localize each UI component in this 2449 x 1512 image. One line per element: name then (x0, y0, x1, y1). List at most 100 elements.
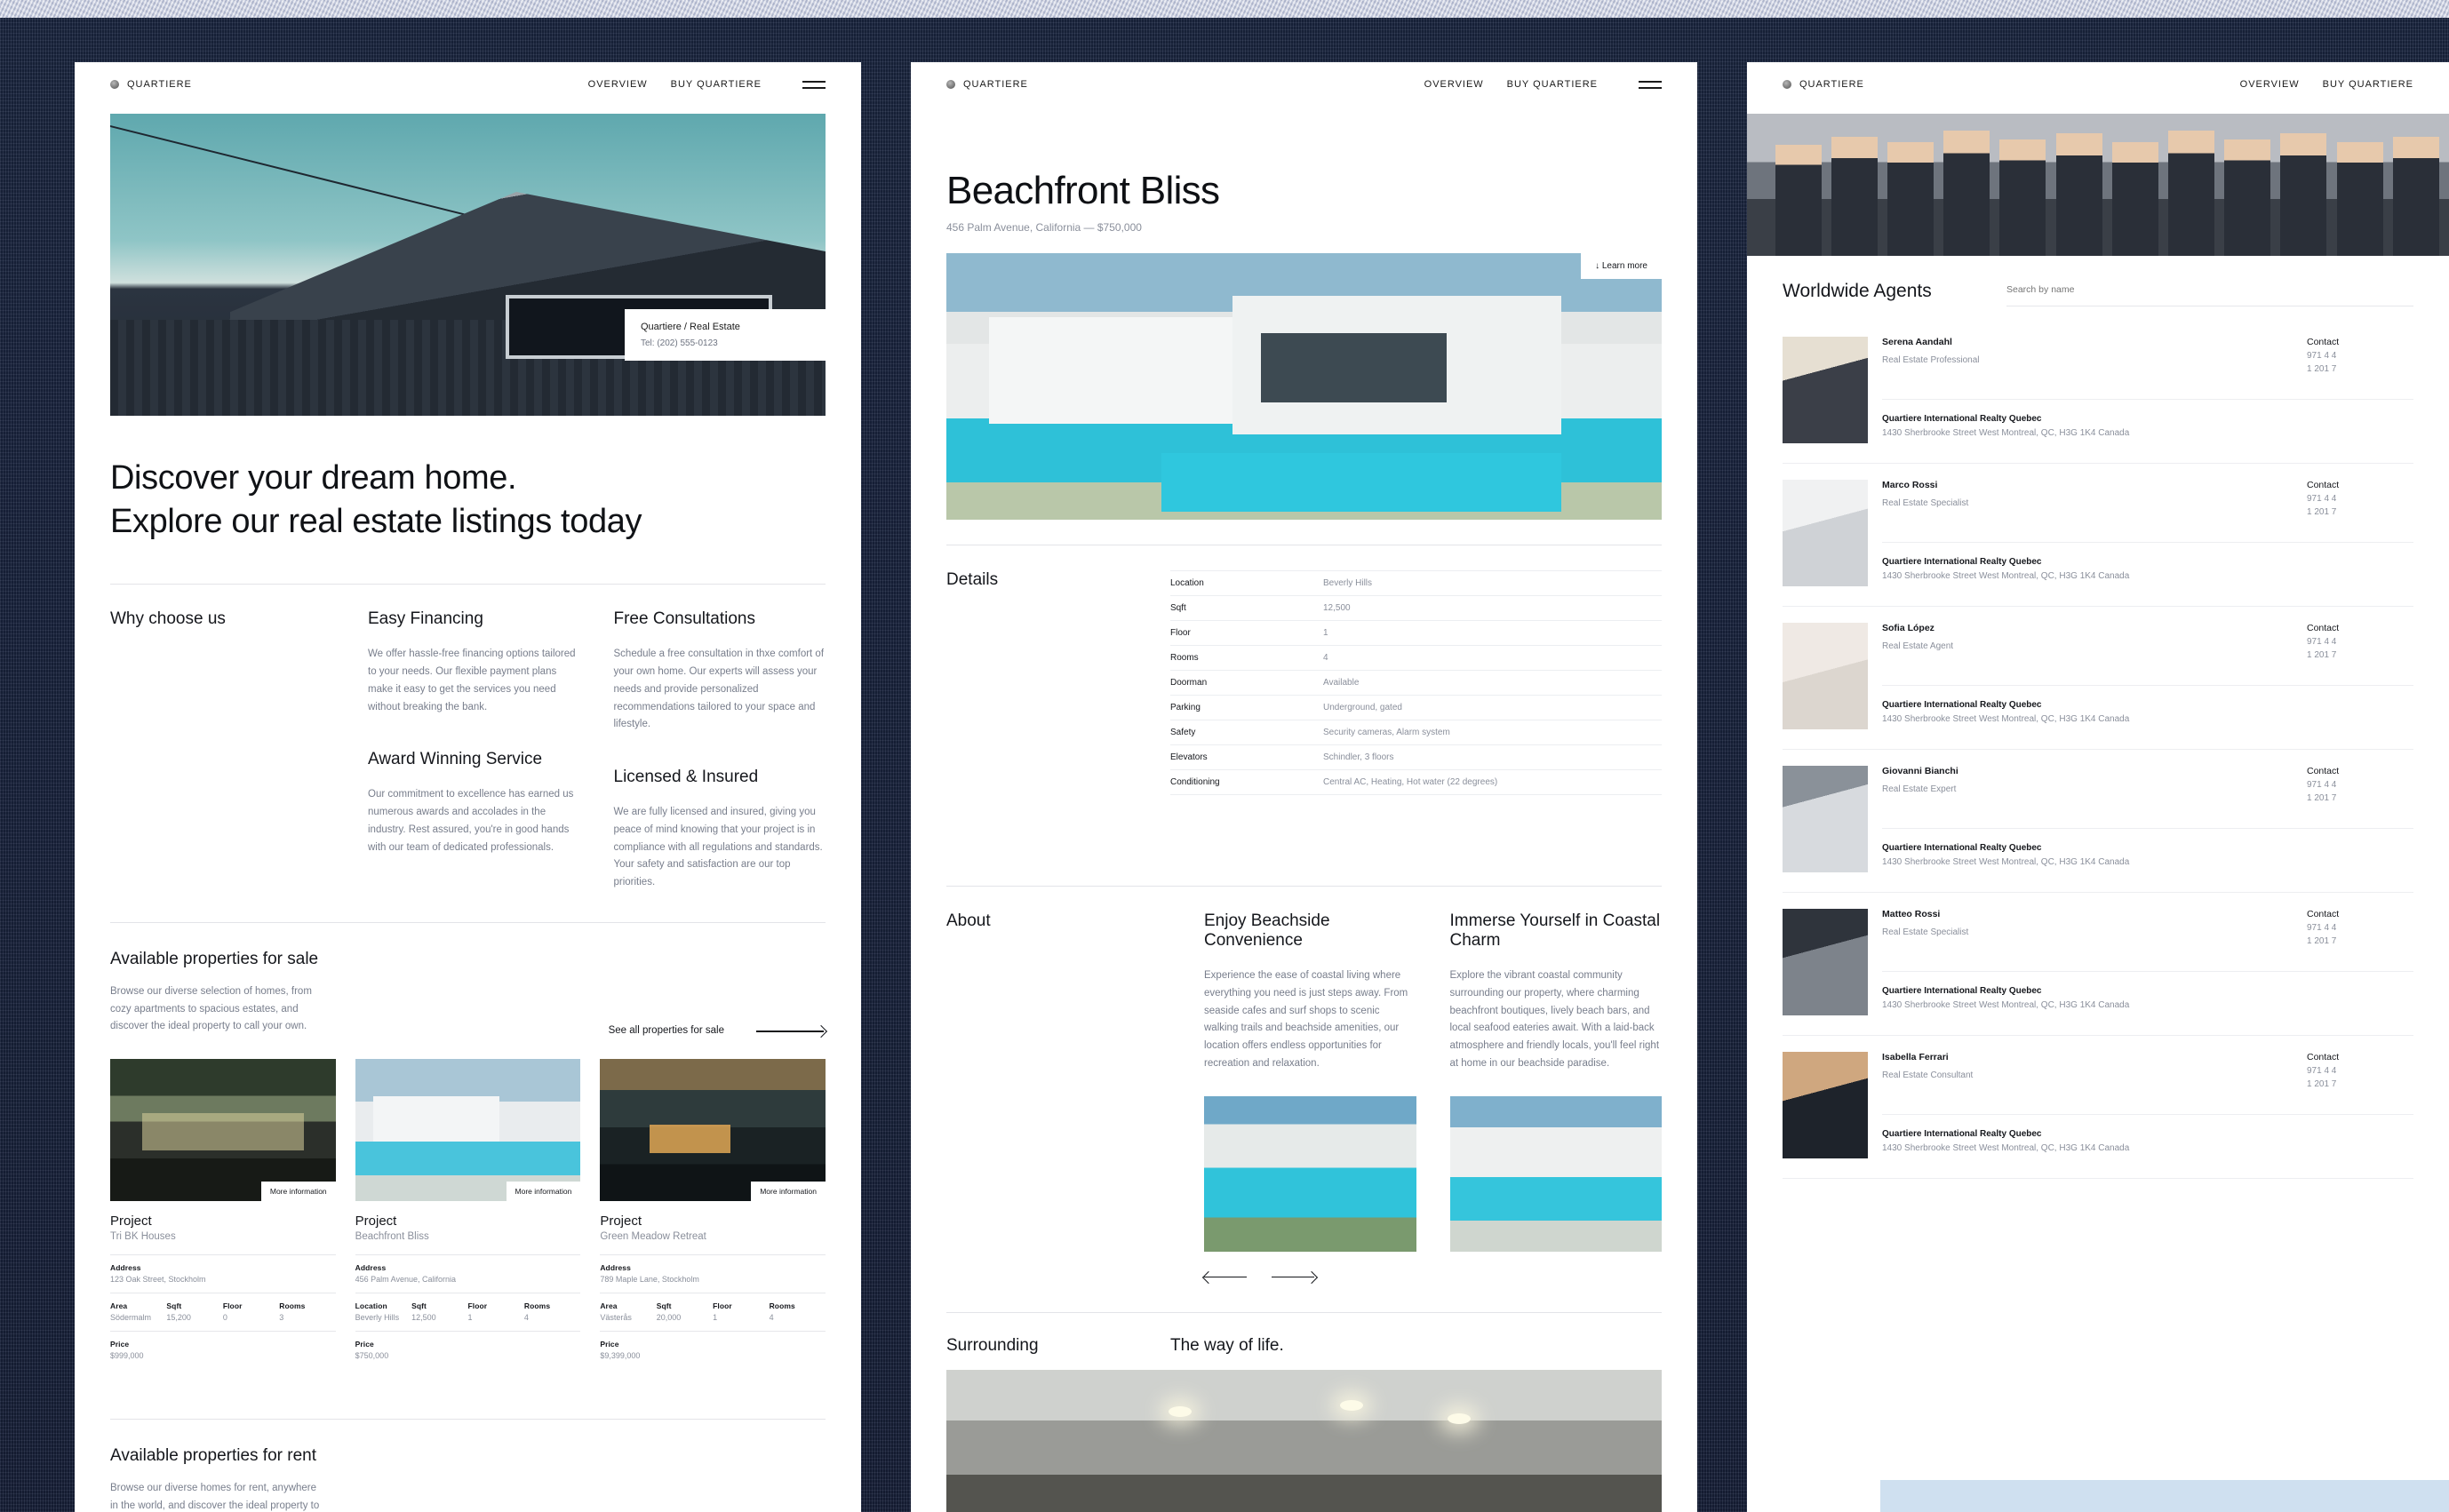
office-name: Quartiere International Realty Quebec (1882, 1129, 2042, 1139)
agent-list-item[interactable]: Isabella Ferrari Real Estate Consultant … (1783, 1036, 2413, 1179)
nav-item-overview[interactable]: OVERVIEW (1424, 79, 1484, 90)
rent-description: Browse our diverse homes for rent, anywh… (110, 1483, 320, 1511)
section-title-sale: Available properties for sale (110, 949, 319, 968)
contact-label[interactable]: Contact (2307, 337, 2413, 347)
price-label: Price (110, 1340, 130, 1349)
nav-item-buy-quartiere[interactable]: BUY QUARTIERE (671, 79, 762, 90)
more-information-button[interactable]: More information (751, 1182, 826, 1202)
agent-list-item[interactable]: Serena Aandahl Real Estate Professional … (1783, 321, 2413, 464)
brand-name: QUARTIERE (1799, 79, 1864, 90)
arrow-right-icon[interactable] (1272, 1271, 1316, 1282)
office-address: 1430 Sherbrooke Street West Montreal, QC… (1882, 857, 2130, 867)
page-title: Discover your dream home. Explore our re… (110, 457, 826, 543)
property-card-image: More information (600, 1059, 826, 1202)
office-name: Quartiere International Realty Quebec (1882, 557, 2042, 567)
nav-item-buy-quartiere[interactable]: BUY QUARTIERE (2323, 79, 2413, 90)
agent-list-item[interactable]: Sofia López Real Estate Agent Contact 97… (1783, 607, 2413, 750)
spec-val-2: 1 (467, 1313, 473, 1323)
see-all-sale-label[interactable]: See all properties for sale (609, 1025, 724, 1036)
contact-label[interactable]: Contact (2307, 480, 2413, 490)
property-card-project-label: Project (600, 1214, 642, 1229)
contact-label[interactable]: Contact (2307, 623, 2413, 633)
arrow-left-icon[interactable] (1204, 1271, 1248, 1282)
detail-key: Location (1170, 578, 1204, 588)
property-card-table: Address 789 Maple Lane, Stockholm Area Väs… (600, 1254, 826, 1369)
contact-label[interactable]: Contact (2307, 1052, 2413, 1062)
table-row: Doorman Available (1170, 671, 1662, 696)
surrounding-heading: The way of life. (1170, 1335, 1284, 1355)
address-label: Address (110, 1263, 141, 1273)
property-card[interactable]: More information Project Tri BK Houses A… (110, 1059, 336, 1369)
agent-list-item[interactable]: Giovanni Bianchi Real Estate Expert Cont… (1783, 750, 2413, 893)
see-all-rent-action[interactable]: See all properties for rent (334, 1480, 826, 1512)
about-image-2 (1449, 1095, 1662, 1252)
spec-key-3: Rooms (523, 1301, 551, 1311)
hamburger-menu-icon[interactable] (802, 80, 826, 89)
spec-val-2: 1 (713, 1313, 718, 1323)
table-row: Area Västerås Sqft 20,000 Floor 1 Rooms 4 (600, 1293, 826, 1333)
section-title-about: About (946, 911, 991, 930)
nav-item-overview[interactable]: OVERVIEW (2240, 79, 2300, 90)
office-address: 1430 Sherbrooke Street West Montreal, QC… (1882, 1143, 2130, 1153)
why-body-3: We are fully licensed and insured, givin… (613, 807, 823, 888)
office-name: Quartiere International Realty Quebec (1882, 843, 2042, 853)
detail-key: Safety (1170, 728, 1196, 737)
detail-key: Elevators (1170, 752, 1208, 762)
why-body-1: Schedule a free consultation in thxe com… (613, 649, 825, 730)
more-information-button[interactable]: More information (506, 1182, 581, 1202)
spec-key-1: Sqft (656, 1301, 672, 1311)
table-row: Parking Underground, gated (1170, 696, 1662, 720)
agent-list-item[interactable]: Matteo Rossi Real Estate Specialist Cont… (1783, 893, 2413, 1036)
section-title-details: Details (946, 570, 999, 589)
detail-key: Conditioning (1170, 777, 1220, 787)
nav-item-overview[interactable]: OVERVIEW (588, 79, 648, 90)
brand-logo-home[interactable]: QUARTIERE (110, 79, 192, 90)
table-row: Address 123 Oak Street, Stockholm (110, 1255, 336, 1294)
contact-label[interactable]: Contact (2307, 766, 2413, 776)
price-label: Price (600, 1340, 619, 1349)
see-all-sale-action[interactable]: See all properties for sale (334, 983, 826, 1036)
property-card-table: Address 456 Palm Avenue, California Locat… (355, 1254, 581, 1369)
nav-item-buy-quartiere[interactable]: BUY QUARTIERE (1507, 79, 1598, 90)
agent-role: Real Estate Specialist (1882, 498, 1969, 508)
detail-value: 12,500 (1323, 603, 1351, 613)
why-block-licensed-insured: Licensed & Insured We are fully licensed… (614, 768, 826, 892)
arrow-right-icon[interactable] (756, 1025, 826, 1036)
agent-phone-2: 1 201 7 (2307, 1079, 2337, 1089)
hero-contact-card: Quartiere / Real Estate Tel: (202) 555-0… (625, 309, 826, 361)
more-information-button[interactable]: More information (260, 1182, 336, 1202)
office-address: 1430 Sherbrooke Street West Montreal, QC… (1882, 428, 2130, 438)
brand-logo-property[interactable]: QUARTIERE (946, 79, 1028, 90)
page-title-agents: Worldwide Agents (1783, 281, 1932, 301)
spec-val-3: 4 (769, 1313, 774, 1323)
spec-val-1: 15,200 (166, 1313, 191, 1323)
agent-phone-1: 971 4 4 (2307, 637, 2337, 647)
price-value: $750,000 (355, 1351, 389, 1361)
avatar (1783, 1052, 1868, 1158)
section-title-surrounding: Surrounding (946, 1335, 1039, 1355)
about-body-1: Explore the vibrant coastal community su… (1449, 970, 1660, 1069)
detail-value: 1 (1323, 628, 1328, 638)
detail-value: 4 (1323, 653, 1328, 663)
search-field-wrapper[interactable] (2006, 281, 2413, 306)
agent-phone-2: 1 201 7 (2307, 793, 2337, 803)
brand-name: QUARTIERE (127, 79, 192, 90)
agent-role: Real Estate Consultant (1882, 1070, 1974, 1080)
table-row: Conditioning Central AC, Heating, Hot wat… (1170, 770, 1662, 795)
ceiling-light-icon (1447, 1413, 1471, 1424)
contact-label[interactable]: Contact (2307, 909, 2413, 919)
spec-key-3: Rooms (769, 1301, 795, 1311)
table-row: Area Södermalm Sqft 15,200 Floor 0 Rooms 3 (110, 1293, 336, 1333)
spec-val-3: 3 (279, 1313, 284, 1323)
property-card[interactable]: More information Project Green Meadow Re… (600, 1059, 826, 1369)
table-row: Address 789 Maple Lane, Stockholm (600, 1255, 826, 1294)
brand-logo-agents[interactable]: QUARTIERE (1783, 79, 1864, 90)
agent-list-item[interactable]: Marco Rossi Real Estate Specialist Conta… (1783, 464, 2413, 607)
office-name: Quartiere International Realty Quebec (1882, 700, 2042, 710)
hamburger-menu-icon[interactable] (1639, 80, 1662, 89)
learn-more-button[interactable]: ↓ Learn more (1581, 253, 1662, 279)
why-column-1: Easy Financing We offer hassle-free fina… (368, 609, 580, 892)
property-card[interactable]: More information Project Beachfront Blis… (355, 1059, 581, 1369)
table-row: Location Beverly Hills (1170, 571, 1662, 596)
search-input[interactable] (2006, 284, 2413, 295)
